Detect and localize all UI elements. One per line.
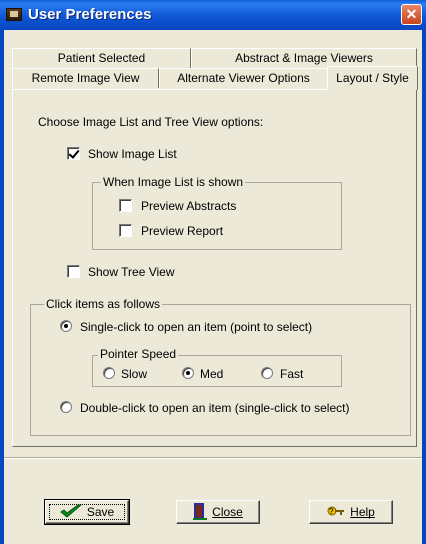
double-click-radio[interactable]	[60, 401, 72, 413]
window-close-button[interactable]: ✕	[401, 4, 422, 25]
tab-alternate-viewer-options[interactable]: Alternate Viewer Options	[159, 68, 328, 88]
help-button[interactable]: ? Help	[309, 500, 393, 524]
preview-report-checkbox[interactable]	[119, 224, 132, 237]
window-frame-left	[0, 30, 4, 544]
separator	[4, 457, 422, 459]
door-icon	[193, 502, 208, 523]
double-click-label[interactable]: Double-click to open an item (single-cli…	[80, 401, 349, 415]
tab-patient-selected[interactable]: Patient Selected	[12, 48, 191, 68]
close-button[interactable]: Close	[176, 500, 260, 524]
title-bar: User Preferences ✕	[0, 0, 426, 30]
tab-abstract-image-viewers[interactable]: Abstract & Image Viewers	[191, 48, 417, 68]
app-icon	[6, 8, 22, 21]
click-items-group-title: Click items as follows	[44, 297, 163, 311]
intro-text: Choose Image List and Tree View options:	[38, 115, 264, 129]
pointer-speed-med-radio[interactable]	[182, 367, 194, 379]
pointer-speed-slow-radio[interactable]	[103, 367, 115, 379]
preview-report-label[interactable]: Preview Report	[141, 224, 223, 238]
pointer-speed-title: Pointer Speed	[98, 347, 179, 361]
close-button-label: Close	[212, 505, 243, 519]
preview-abstracts-label[interactable]: Preview Abstracts	[141, 199, 236, 213]
checkmark-icon	[59, 504, 83, 521]
preview-abstracts-checkbox[interactable]	[119, 199, 132, 212]
save-button-label: Save	[86, 505, 115, 519]
pointer-speed-slow-label[interactable]: Slow	[121, 367, 147, 381]
pointer-speed-med-label[interactable]: Med	[200, 367, 223, 381]
tab-remote-image-view[interactable]: Remote Image View	[12, 68, 159, 88]
svg-text:?: ?	[329, 507, 334, 516]
save-button[interactable]: Save	[44, 499, 130, 525]
pointer-speed-fast-label[interactable]: Fast	[280, 367, 303, 381]
window-title: User Preferences	[28, 6, 152, 23]
window-frame-right	[422, 30, 426, 544]
image-list-group	[92, 182, 342, 250]
single-click-label[interactable]: Single-click to open an item (point to s…	[80, 320, 312, 334]
tab-layout-style[interactable]: Layout / Style	[327, 66, 418, 90]
show-image-list-label[interactable]: Show Image List	[88, 147, 177, 161]
help-key-icon: ?	[327, 504, 345, 521]
pointer-speed-fast-radio[interactable]	[261, 367, 273, 379]
show-image-list-checkbox[interactable]	[67, 147, 80, 160]
image-list-group-title: When Image List is shown	[101, 175, 246, 189]
help-button-label: Help	[350, 505, 375, 519]
show-tree-view-label[interactable]: Show Tree View	[88, 265, 175, 279]
single-click-radio[interactable]	[60, 320, 72, 332]
show-tree-view-checkbox[interactable]	[67, 265, 80, 278]
